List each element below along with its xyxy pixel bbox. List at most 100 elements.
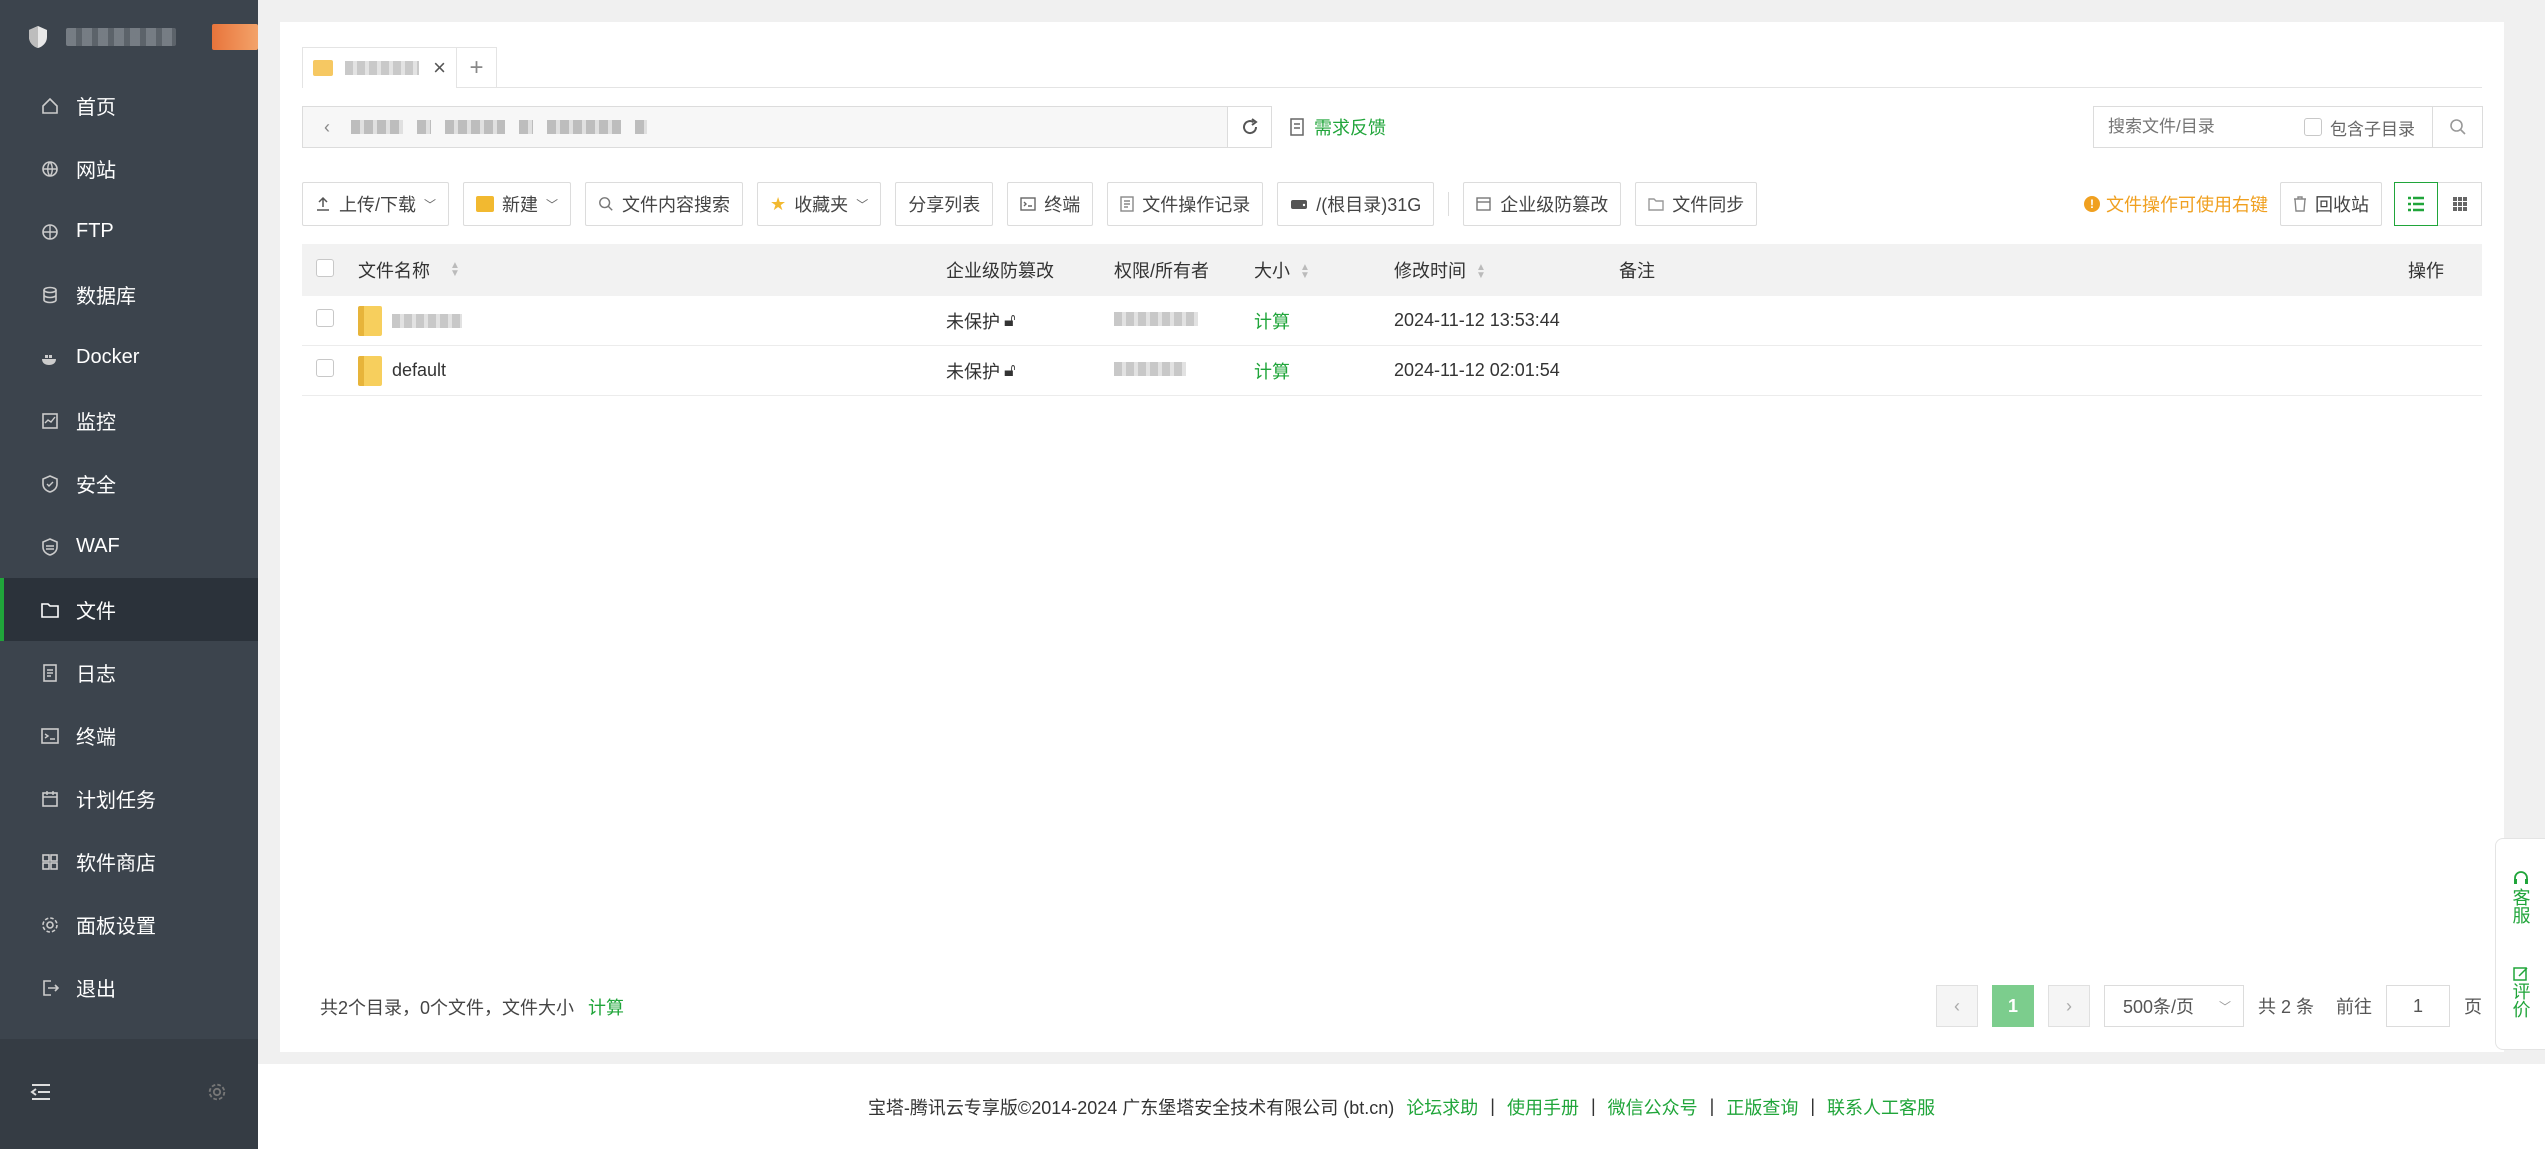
chevron-down-icon: ﹀: [546, 197, 559, 212]
disk-icon: [1291, 200, 1308, 209]
sidebar-bottom: [0, 1039, 258, 1149]
copyright-text: 宝塔-腾讯云专享版©2014-2024 广东堡塔安全技术有限公司 (bt.cn): [867, 1097, 1395, 1118]
sidebar-item-2[interactable]: FTP: [0, 200, 258, 263]
collapse-menu-icon[interactable]: [30, 1082, 52, 1107]
sidebar-item-0[interactable]: 首页: [0, 74, 258, 137]
refresh-button[interactable]: [1228, 106, 1272, 148]
table-row[interactable]: 未保护 🔓︎ 计算 2024-11-12 13:53:44: [302, 296, 2482, 346]
table-row[interactable]: default 未保护 🔓︎ 计算 2024-11-12 02:01:54: [302, 346, 2482, 396]
new-button[interactable]: 新建 ﹀: [463, 182, 572, 226]
monitor-icon: [42, 412, 58, 429]
table-header: 文件名称 ▲ ▼ 企业级防篡改 权限/所有者 大小 ▲ ▼ 修改时间 ▲ ▼ 备注 操作: [302, 244, 2482, 296]
wechat-link[interactable]: 微信公众号: [1608, 1094, 1698, 1120]
select-all-checkbox[interactable]: [316, 258, 334, 282]
calc-size-link[interactable]: 计算: [1254, 308, 1290, 334]
grid-view-button[interactable]: [2438, 182, 2482, 226]
header-mtime[interactable]: 修改时间 ▲ ▼: [1394, 257, 1486, 283]
ftp-icon: [42, 223, 58, 240]
sidebar-item-3[interactable]: 数据库: [0, 263, 258, 326]
favorites-button[interactable]: ★ 收藏夹 ﹀: [757, 182, 882, 226]
sidebar-item-label: FTP: [76, 220, 114, 242]
file-name-cell[interactable]: default: [358, 355, 446, 386]
file-sync-button[interactable]: 文件同步: [1635, 182, 1758, 226]
breadcrumb[interactable]: [351, 120, 647, 134]
sidebar-item-4[interactable]: Docker: [0, 326, 258, 389]
sidebar-item-13[interactable]: 面板设置: [0, 893, 258, 956]
recycle-bin-button[interactable]: 回收站: [2280, 182, 2382, 226]
home-icon: [42, 97, 58, 114]
license-check-link[interactable]: 正版查询: [1726, 1094, 1798, 1120]
recycle-bin-label: 回收站: [2315, 195, 2369, 215]
upload-download-button[interactable]: 上传/下载 ﹀: [302, 182, 450, 226]
disk-label: /(根目录)31G: [1316, 195, 1422, 215]
chevron-down-icon: ﹀: [424, 197, 437, 212]
settings-gear-icon[interactable]: [206, 1081, 228, 1108]
sidebar-item-6[interactable]: 安全: [0, 452, 258, 515]
sidebar-item-12[interactable]: 软件商店: [0, 830, 258, 893]
page-size-select[interactable]: 500条/页 ﹀: [2103, 985, 2244, 1027]
tab-current-dir[interactable]: ×: [302, 47, 457, 88]
back-arrow-icon[interactable]: ‹: [303, 107, 351, 147]
share-list-button[interactable]: 分享列表: [895, 182, 994, 226]
sort-icon: ▲ ▼: [1476, 262, 1486, 282]
document-icon: [1120, 196, 1134, 212]
terminal-button[interactable]: 终端: [1007, 182, 1094, 226]
edit-icon: [2512, 967, 2528, 981]
row-checkbox[interactable]: [316, 309, 334, 332]
sidebar-item-9[interactable]: 日志: [0, 641, 258, 704]
sidebar-item-5[interactable]: 监控: [0, 389, 258, 452]
checkbox[interactable]: [2304, 118, 2322, 136]
perm-owner-blurred[interactable]: [1114, 310, 1198, 331]
page-footer: 宝塔-腾讯云专享版©2014-2024 广东堡塔安全技术有限公司 (bt.cn)…: [258, 1064, 2545, 1149]
version-badge[interactable]: [212, 24, 258, 50]
row-checkbox[interactable]: [316, 359, 334, 382]
manual-link[interactable]: 使用手册: [1507, 1094, 1579, 1120]
sidebar-item-10[interactable]: 终端: [0, 704, 258, 767]
disk-root-button[interactable]: /(根目录)31G: [1277, 182, 1435, 226]
sidebar-item-11[interactable]: 计划任务: [0, 767, 258, 830]
folder-icon: [358, 355, 382, 386]
perm-owner-blurred[interactable]: [1114, 360, 1186, 381]
sidebar-item-7[interactable]: WAF: [0, 515, 258, 578]
customer-service-button[interactable]: 客服: [2511, 870, 2531, 924]
file-tabs: × +: [302, 47, 2482, 88]
close-icon[interactable]: ×: [433, 55, 446, 81]
next-page-button[interactable]: ›: [2047, 985, 2090, 1027]
forum-help-link[interactable]: 论坛求助: [1406, 1094, 1478, 1120]
file-name-cell[interactable]: [358, 305, 472, 336]
page-number-current[interactable]: 1: [1991, 985, 2034, 1027]
sidebar-item-label: 终端: [76, 727, 116, 749]
header-name[interactable]: 文件名称 ▲ ▼: [358, 257, 460, 283]
sidebar-item-label: 退出: [76, 979, 116, 1001]
sidebar-item-label: WAF: [76, 535, 120, 557]
new-label: 新建: [502, 195, 539, 215]
feedback-link[interactable]: 需求反馈: [1290, 114, 1386, 140]
sidebar-item-8[interactable]: 文件: [0, 578, 258, 641]
sidebar-item-14[interactable]: 退出: [0, 956, 258, 1019]
calc-size-link[interactable]: 计算: [1254, 358, 1290, 384]
content-search-button[interactable]: 文件内容搜索: [585, 182, 744, 226]
protect-status[interactable]: 未保护 🔓︎: [946, 308, 1016, 334]
operation-log-button[interactable]: 文件操作记录: [1107, 182, 1264, 226]
search-button[interactable]: [2432, 107, 2482, 147]
feedback-label: 需求反馈: [1314, 118, 1386, 138]
add-tab-button[interactable]: +: [457, 47, 497, 88]
search-input[interactable]: [2094, 117, 2304, 137]
sync-folder-icon: [1648, 198, 1664, 211]
protect-status[interactable]: 未保护 🔓︎: [946, 358, 1016, 384]
chevron-down-icon: ﹀: [856, 197, 869, 212]
info-icon: !: [2084, 196, 2100, 212]
summary-calc-link[interactable]: 计算: [588, 994, 624, 1020]
sidebar-item-1[interactable]: 网站: [0, 137, 258, 200]
waf-icon: [42, 537, 58, 556]
review-button[interactable]: 评价: [2511, 966, 2531, 1018]
goto-page-input[interactable]: 1: [2386, 985, 2450, 1027]
path-bar[interactable]: ‹: [302, 106, 1228, 148]
include-subdir-checkbox[interactable]: 包含子目录: [2304, 115, 2415, 140]
list-view-button[interactable]: [2394, 182, 2438, 226]
header-size[interactable]: 大小 ▲ ▼: [1254, 257, 1310, 283]
prev-page-button[interactable]: ‹: [1935, 985, 1978, 1027]
tamper-protection-button[interactable]: 企业级防篡改: [1463, 182, 1622, 226]
search-icon: [2449, 119, 2466, 135]
contact-support-link[interactable]: 联系人工客服: [1827, 1094, 1935, 1120]
